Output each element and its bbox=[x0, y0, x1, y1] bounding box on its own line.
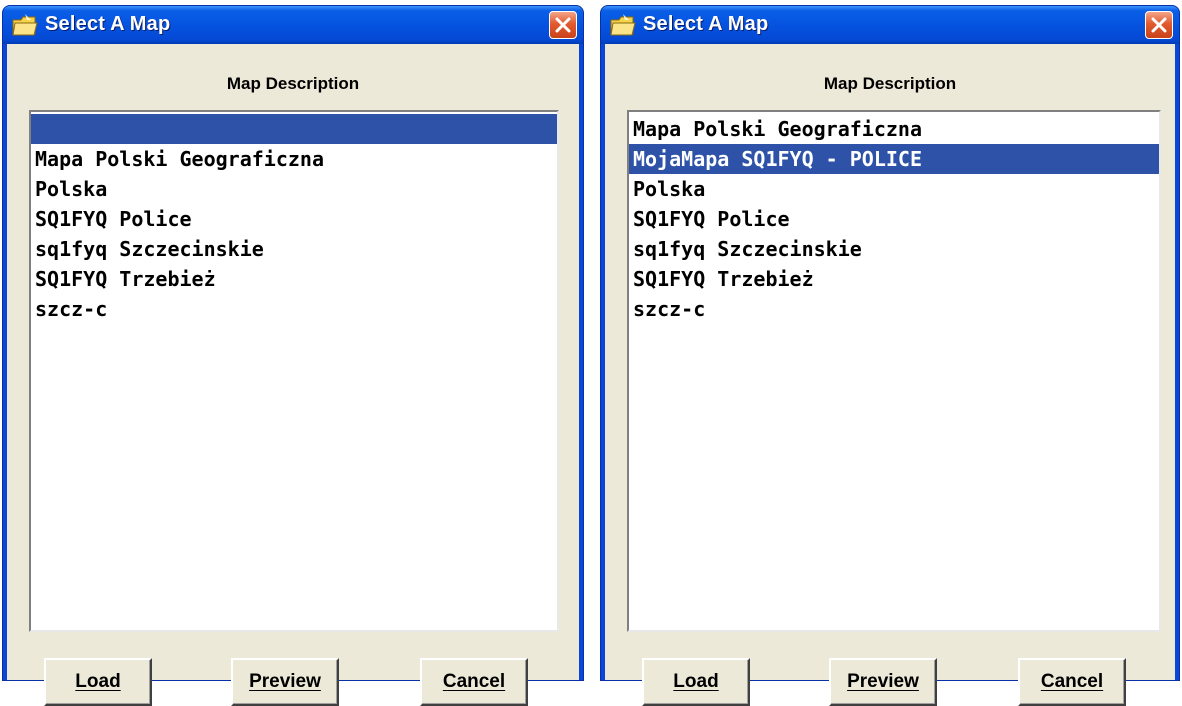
list-header: Map Description bbox=[226, 74, 360, 93]
list-item[interactable]: sq1fyq Szczecinskie bbox=[629, 234, 1159, 264]
folder-map-icon bbox=[610, 14, 636, 36]
folder-map-icon bbox=[12, 14, 38, 36]
list-item[interactable]: SQ1FYQ Police bbox=[31, 204, 557, 234]
list-item[interactable]: SQ1FYQ Police bbox=[629, 204, 1159, 234]
close-icon bbox=[1151, 17, 1167, 33]
list-item[interactable]: szcz-c bbox=[31, 294, 557, 324]
list-item[interactable]: szcz-c bbox=[629, 294, 1159, 324]
close-button[interactable] bbox=[1145, 11, 1173, 39]
dialog-title: Select A Map bbox=[45, 13, 171, 35]
list-item[interactable]: SQ1FYQ Trzebież bbox=[31, 264, 557, 294]
list-item[interactable]: Polska bbox=[31, 174, 557, 204]
list-item[interactable] bbox=[31, 114, 557, 144]
dialog-title: Select A Map bbox=[643, 13, 769, 35]
dialog-body: Map Description Mapa Polski Geograficzna… bbox=[7, 44, 579, 706]
load-button[interactable]: Load bbox=[44, 658, 152, 706]
preview-button[interactable]: Preview bbox=[829, 658, 937, 706]
list-item[interactable]: Mapa Polski Geograficzna bbox=[31, 144, 557, 174]
load-button[interactable]: Load bbox=[642, 658, 750, 706]
list-item[interactable]: sq1fyq Szczecinskie bbox=[31, 234, 557, 264]
list-item[interactable]: Polska bbox=[629, 174, 1159, 204]
title-bar[interactable]: Select A Map bbox=[601, 6, 1179, 44]
cancel-button[interactable]: Cancel bbox=[1018, 658, 1126, 706]
preview-button[interactable]: Preview bbox=[231, 658, 339, 706]
list-item[interactable]: SQ1FYQ Trzebież bbox=[629, 264, 1159, 294]
select-map-dialog-right: Select A Map Map Description Mapa Polski… bbox=[600, 5, 1180, 706]
close-button[interactable] bbox=[549, 11, 577, 39]
list-item[interactable]: Mapa Polski Geograficzna bbox=[629, 114, 1159, 144]
map-listbox[interactable]: Mapa Polski Geograficzna Polska SQ1FYQ P… bbox=[29, 110, 559, 632]
list-header: Map Description bbox=[823, 74, 957, 93]
cancel-button[interactable]: Cancel bbox=[420, 658, 528, 706]
map-listbox[interactable]: Mapa Polski Geograficzna MojaMapa SQ1FYQ… bbox=[627, 110, 1161, 632]
list-item[interactable]: MojaMapa SQ1FYQ - POLICE bbox=[629, 144, 1159, 174]
title-bar[interactable]: Select A Map bbox=[3, 6, 583, 44]
close-icon bbox=[555, 17, 571, 33]
dialog-body: Map Description Mapa Polski Geograficzna… bbox=[605, 44, 1175, 706]
select-map-dialog-left: Select A Map Map Description Mapa Polski… bbox=[2, 5, 584, 706]
